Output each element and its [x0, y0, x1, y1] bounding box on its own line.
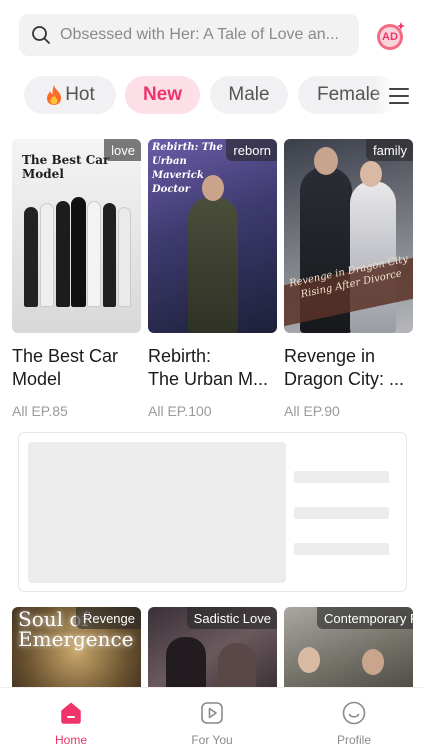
poster-figure — [202, 175, 224, 201]
drama-poster[interactable]: Soul of Emergence Revenge — [12, 607, 141, 687]
drama-title: The Best Car Model — [12, 345, 141, 391]
tab-female-label: Female — [317, 84, 381, 105]
poster-figure — [87, 201, 101, 307]
drama-poster[interactable]: Revenge in Dragon City Rising After Divo… — [284, 139, 413, 333]
menu-icon[interactable] — [388, 86, 410, 106]
genre-tag: Contemporary Romance — [317, 607, 413, 629]
nav-home-label: Home — [54, 733, 87, 747]
poster-figure — [188, 197, 238, 333]
nav-for-you-label: For You — [191, 733, 233, 747]
search-row: Obsessed with Her: A Tale of Love an... … — [0, 0, 425, 70]
search-icon — [32, 26, 50, 44]
poster-figure — [362, 649, 384, 675]
nav-profile[interactable]: Profile — [304, 688, 404, 756]
genre-tag: Revenge — [75, 607, 141, 629]
poster-figure — [166, 637, 206, 687]
ad-text-skeleton — [294, 471, 389, 483]
poster-figure — [56, 201, 70, 307]
drama-title: Rebirth: The Urban M... — [148, 345, 277, 391]
tab-male[interactable]: Male — [210, 76, 288, 114]
drama-title: Revenge in Dragon City: ... — [284, 345, 413, 391]
ad-placeholder[interactable] — [18, 432, 407, 592]
nav-home[interactable]: Home — [21, 688, 121, 756]
tab-hot-label: Hot — [65, 84, 95, 105]
ad-image-skeleton — [28, 442, 286, 583]
drama-title-line: Dragon City: ... — [284, 369, 405, 389]
drama-poster[interactable]: Rebirth: The Urban Maverick Doctor rebor… — [148, 139, 277, 333]
ad-badge-button[interactable]: AD — [375, 20, 405, 50]
ad-badge-text: AD — [382, 31, 398, 43]
episode-count: All EP.90 — [284, 403, 340, 419]
poster-figure — [298, 647, 320, 673]
tab-new-label: New — [142, 84, 183, 105]
home-icon — [61, 702, 81, 724]
drama-card[interactable]: The Best Car Model love The Best Car Mod… — [12, 139, 141, 419]
episode-count: All EP.85 — [12, 403, 68, 419]
category-tabs: Hot New Male Female — [0, 76, 425, 116]
ad-text-skeleton — [294, 543, 389, 555]
poster-figure — [314, 147, 338, 175]
poster-figure — [24, 207, 38, 307]
drama-title-line: The Urban M... — [148, 369, 269, 389]
tab-hot[interactable]: Hot — [24, 76, 116, 114]
genre-tag: Sadistic Love — [186, 607, 277, 629]
fire-icon — [47, 85, 62, 105]
poster-figure — [40, 203, 54, 307]
ad-text-skeleton — [294, 507, 389, 519]
genre-tag: family — [366, 139, 413, 161]
search-placeholder: Obsessed with Her: A Tale of Love an... — [60, 26, 339, 43]
search-input[interactable]: Obsessed with Her: A Tale of Love an... — [19, 14, 359, 56]
poster-figure — [103, 203, 116, 307]
drama-title-line: Revenge in — [284, 346, 376, 366]
drama-poster[interactable]: Sadistic Love — [148, 607, 277, 687]
play-square-icon — [201, 702, 223, 724]
drama-card[interactable]: Revenge in Dragon City Rising After Divo… — [284, 139, 413, 419]
bottom-nav: Home For You Profile — [0, 687, 425, 756]
drama-title-line: Model — [12, 369, 62, 389]
drama-title-line: The Best Car — [12, 346, 119, 366]
genre-tag: love — [104, 139, 141, 161]
genre-tag-text: Contemporary Romance — [324, 611, 413, 626]
drama-poster[interactable]: Contemporary Romance — [284, 607, 413, 687]
tab-male-label: Male — [228, 84, 270, 105]
poster-figure — [118, 207, 131, 307]
tab-new[interactable]: New — [125, 76, 200, 114]
drama-poster[interactable]: The Best Car Model love — [12, 139, 141, 333]
nav-profile-label: Profile — [336, 733, 371, 747]
poster-figure — [71, 197, 86, 307]
nav-for-you[interactable]: For You — [162, 688, 262, 756]
drama-title-line: Rebirth: — [148, 346, 212, 366]
poster-figure — [218, 643, 256, 687]
drama-row-2: Soul of Emergence Revenge Sadistic Love … — [0, 607, 425, 687]
smile-face-icon — [342, 701, 366, 725]
drama-card[interactable]: Rebirth: The Urban Maverick Doctor rebor… — [148, 139, 277, 419]
episode-count: All EP.100 — [148, 403, 212, 419]
poster-figure — [360, 161, 382, 187]
genre-tag: reborn — [226, 139, 277, 161]
